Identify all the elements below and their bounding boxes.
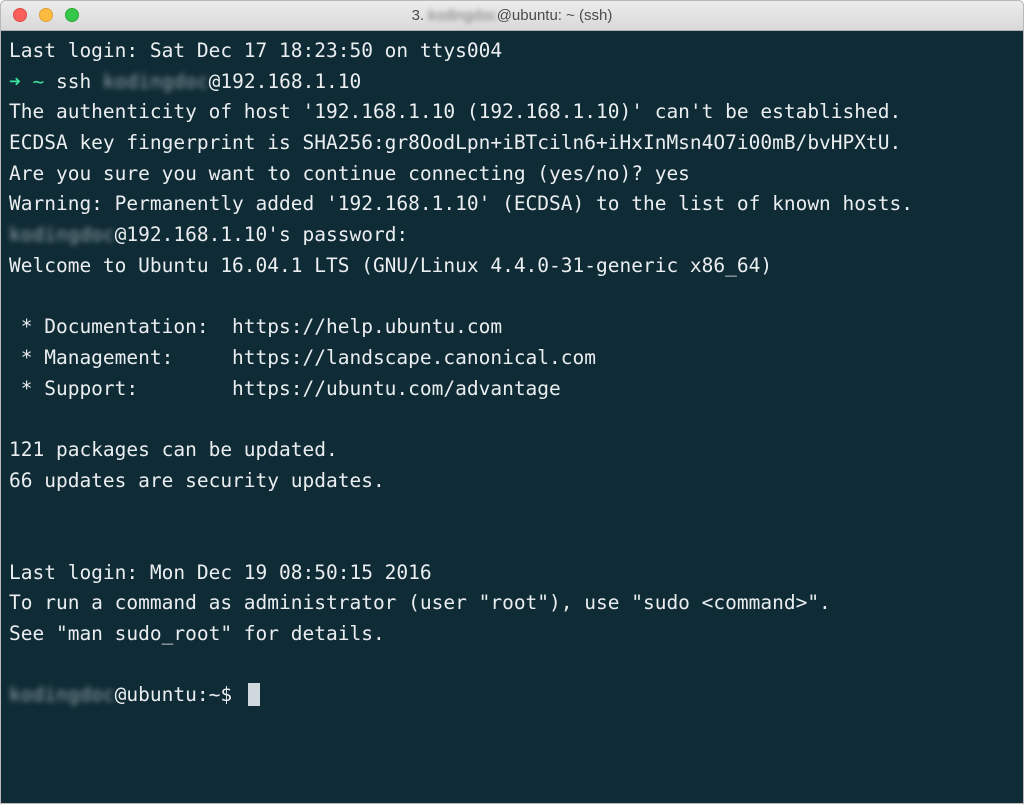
prompt-host-path: @ubuntu:~$ [114,683,244,707]
cwd-tilde: ~ [32,69,45,93]
password-prompt: @192.168.1.10's password: [114,223,409,247]
window-title: 3. kodingdoc@ubuntu: ~ (ssh) [1,7,1023,24]
support-line: * Support: https://ubuntu.com/advantage [9,376,561,400]
authenticity-line: The authenticity of host '192.168.1.10 (… [9,100,902,124]
documentation-line: * Documentation: https://help.ubuntu.com [9,315,503,339]
ssh-command-line: ➜ ~ ssh kodingdoc@192.168.1.10 [9,67,1023,98]
terminal-window: 3. kodingdoc@ubuntu: ~ (ssh) Last login:… [0,0,1024,804]
sudo-hint-line: To run a command as administrator (user … [9,591,831,615]
last-login-line: Last login: Sat Dec 17 18:23:50 on ttys0… [9,39,503,62]
window-title-prefix: 3. [411,7,429,24]
ssh-user-blurred: kodingdoc [102,69,209,93]
password-line: kodingdoc@192.168.1.10's password: [9,220,1023,251]
management-line: * Management: https://landscape.canonica… [9,345,596,369]
window-title-suffix: @ubuntu: ~ (ssh) [496,7,613,24]
window-title-user-blurred: kodingdoc [428,7,497,24]
security-updates-line: 66 updates are security updates. [9,468,385,492]
packages-line: 121 packages can be updated. [9,437,338,461]
ssh-host: @192.168.1.10 [208,69,362,93]
prompt-user-blurred: kodingdoc [9,683,115,707]
arrow-right-icon: ➜ [9,69,21,93]
terminal-output[interactable]: Last login: Sat Dec 17 18:23:50 on ttys0… [1,32,1023,803]
title-bar[interactable]: 3. kodingdoc@ubuntu: ~ (ssh) [1,1,1023,31]
warning-line: Warning: Permanently added '192.168.1.10… [9,192,913,216]
ssh-command: ssh [56,69,92,93]
man-sudo-line: See "man sudo_root" for details. [9,622,385,646]
password-user-blurred: kodingdoc [9,223,115,247]
text-cursor [247,683,260,707]
fingerprint-line: ECDSA key fingerprint is SHA256:gr8OodLp… [9,131,902,155]
last-login-line-2: Last login: Mon Dec 19 08:50:15 2016 [9,560,432,584]
confirm-line: Are you sure you want to continue connec… [9,161,690,185]
welcome-line: Welcome to Ubuntu 16.04.1 LTS (GNU/Linux… [9,253,773,277]
shell-prompt-line[interactable]: kodingdoc@ubuntu:~$ [9,680,1023,711]
